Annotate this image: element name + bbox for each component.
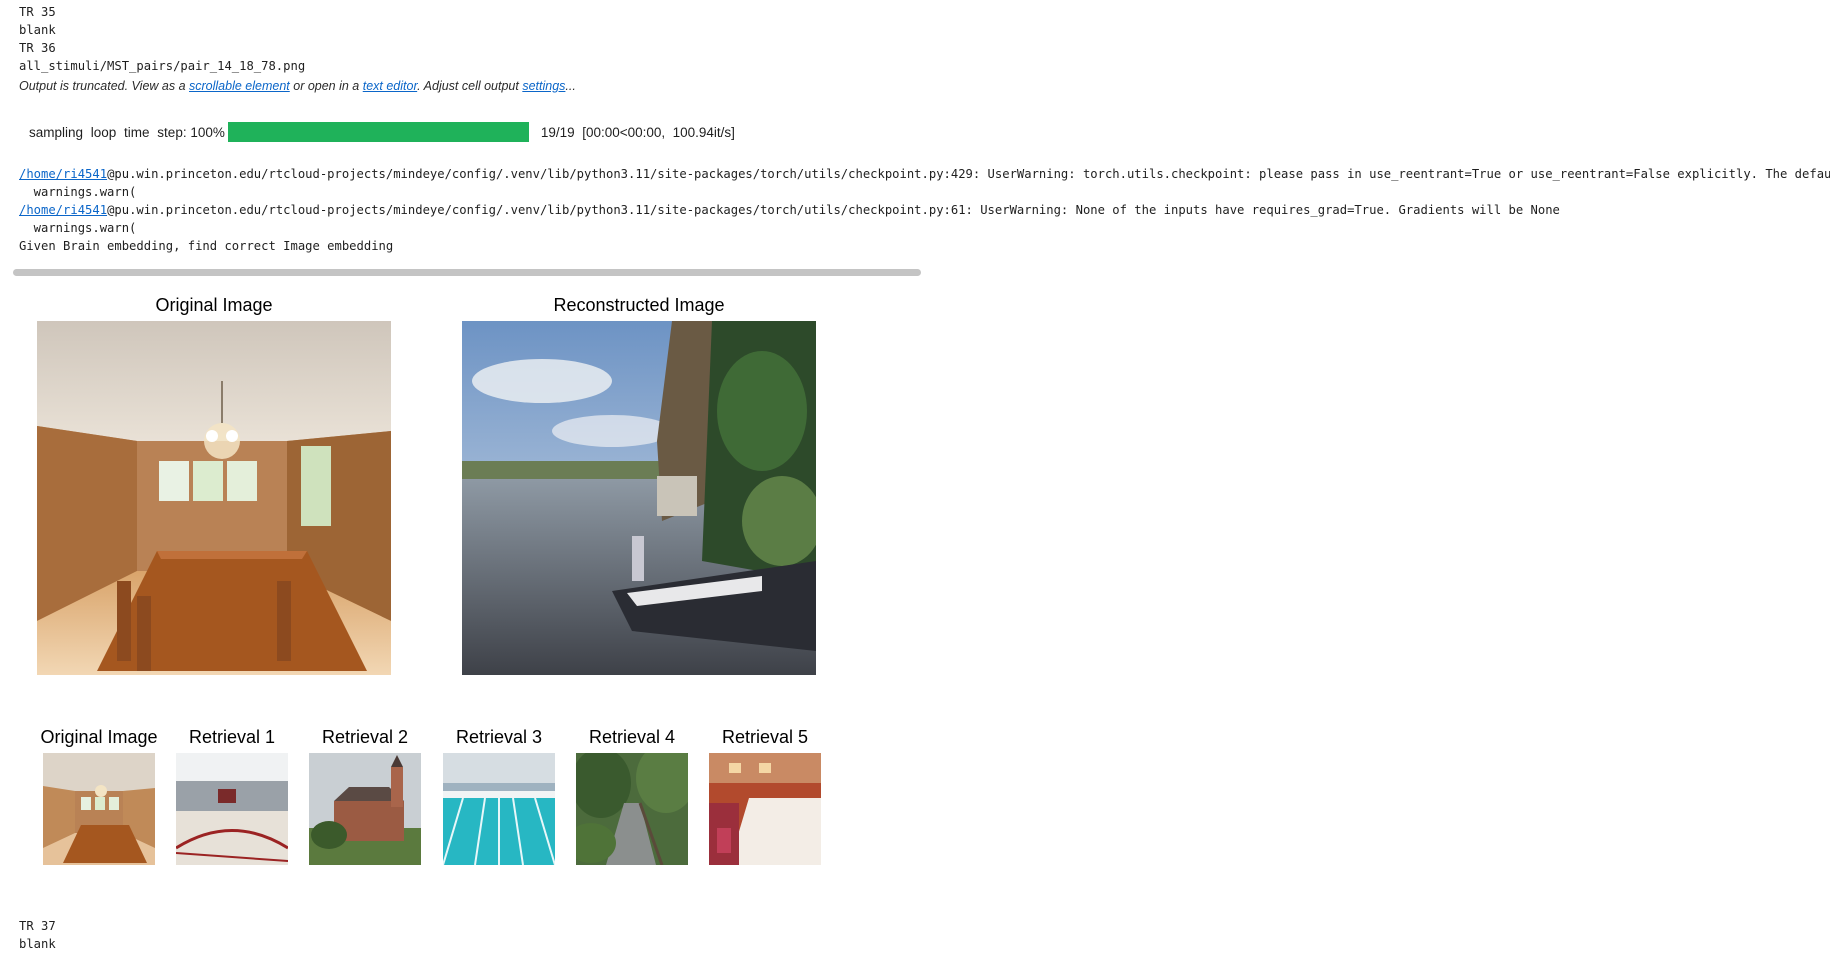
warning-call-2: warnings.warn( (19, 221, 137, 235)
retrieval-5-title: Retrieval 5 (721, 727, 809, 747)
output-line-tr36: TR 36 (19, 41, 56, 55)
settings-link[interactable]: settings (522, 79, 565, 93)
truncation-notice: Output is truncated. View as a scrollabl… (19, 79, 576, 93)
progress-label: sampling loop time step: (29, 124, 187, 140)
progress-percent: 100% (190, 124, 225, 140)
output-line-file: all_stimuli/MST_pairs/pair_14_18_78.png (19, 59, 306, 73)
output-line-blank: blank (19, 23, 56, 37)
retrieval-original-title: Original Image (40, 727, 158, 747)
progress-bar-fill (227, 122, 529, 142)
scrollable-element-link[interactable]: scrollable element (189, 79, 290, 93)
retrieval-3-title: Retrieval 3 (455, 727, 543, 747)
reconstructed-image (462, 321, 816, 675)
progress-bar (227, 122, 529, 142)
original-image-title: Original Image (155, 295, 273, 315)
output-line-tr35: TR 35 (19, 5, 56, 19)
progress-stats: [00:00<00:00, 100.94it/s] (582, 124, 735, 140)
retrieval-1-image (176, 753, 288, 865)
warning-line-1: /home/ri4541@pu.win.princeton.edu/rtclou… (19, 167, 1830, 181)
warning-path-link-1[interactable]: /home/ri4541 (19, 167, 107, 181)
retrieval-2-image (309, 753, 421, 865)
output-line-tr37: TR 37 (19, 919, 56, 933)
text-editor-link[interactable]: text editor (363, 79, 417, 93)
retrieval-2-title: Retrieval 2 (321, 727, 409, 747)
warning-line-2: /home/ri4541@pu.win.princeton.edu/rtclou… (19, 203, 1560, 217)
retrieval-5-image (709, 753, 821, 865)
retrieval-3-image (443, 753, 555, 865)
warning-call-1: warnings.warn( (19, 185, 137, 199)
warning-path-link-2[interactable]: /home/ri4541 (19, 203, 107, 217)
sampling-progress: sampling loop time step: 100% 19/19 [00:… (29, 122, 735, 142)
retrieval-4-title: Retrieval 4 (588, 727, 676, 747)
retrieval-4-image (576, 753, 688, 865)
progress-counter: 19/19 (540, 124, 575, 140)
retrieval-1-title: Retrieval 1 (188, 727, 276, 747)
original-image (37, 321, 391, 675)
output-line-blank-2: blank (19, 937, 56, 951)
retrieval-header: Given Brain embedding, find correct Imag… (19, 239, 394, 253)
retrieval-original-image (43, 753, 155, 865)
horizontal-scrollbar[interactable] (13, 269, 921, 276)
reconstructed-image-title: Reconstructed Image (553, 295, 725, 315)
